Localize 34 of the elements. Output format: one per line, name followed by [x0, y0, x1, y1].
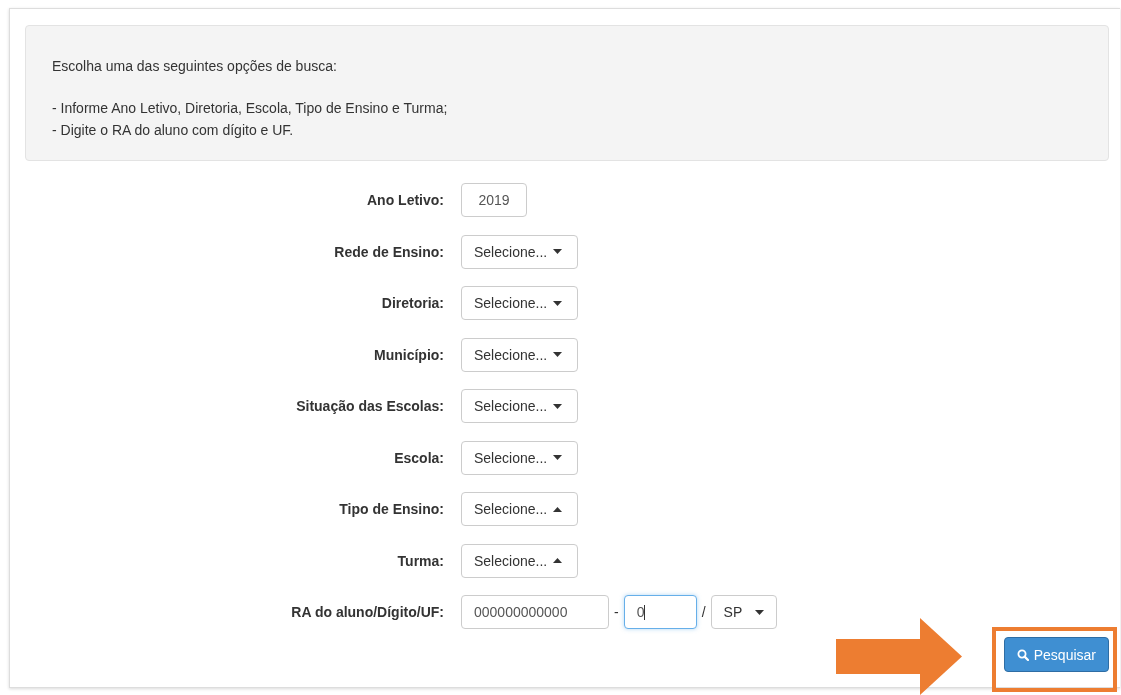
field-label: Rede de Ensino:	[333, 243, 444, 260]
separator-text: -	[614, 604, 619, 620]
info-text: Escolha uma das seguintes opções de busca:	[52, 57, 338, 76]
separator-text: /	[701, 604, 706, 620]
field-label: Escola:	[393, 449, 444, 466]
field-label: Ano Letivo:	[366, 192, 444, 208]
select-dropdown[interactable]: Selecione...	[461, 440, 578, 475]
uf-dropdown[interactable]: SP	[710, 595, 777, 629]
select-dropdown[interactable]: Selecione...	[461, 389, 578, 423]
field-label: RA do aluno/Dígito/UF:	[290, 604, 444, 620]
caret-icon	[553, 506, 563, 512]
select-dropdown[interactable]: Selecione...	[461, 543, 578, 578]
digit-field[interactable]: 0	[623, 595, 697, 629]
field-label: Município:	[373, 346, 444, 363]
ra-field[interactable]: 000000000000	[461, 595, 609, 629]
caret-icon	[553, 352, 563, 357]
caret-icon	[553, 249, 563, 254]
info-text: - Informe Ano Letivo, Diretoria, Escola, Tipo de Ensino e Turma;	[52, 99, 449, 118]
caret-icon	[553, 558, 563, 563]
caret-icon	[553, 455, 563, 460]
field-label: Situação das Escolas:	[295, 398, 444, 414]
search-icon	[1016, 648, 1029, 661]
caret-icon	[553, 300, 563, 306]
select-dropdown[interactable]: Selecione...	[461, 286, 578, 320]
caret-icon	[754, 609, 764, 615]
select-dropdown[interactable]: Selecione...	[461, 234, 578, 269]
field-label: Tipo de Ensino:	[338, 501, 444, 517]
caret-icon	[553, 403, 563, 409]
year-field[interactable]: 2019	[461, 183, 527, 217]
select-dropdown[interactable]: Selecione...	[461, 337, 578, 372]
info-text: - Digite o RA do aluno com dígito e UF.	[52, 121, 295, 140]
select-dropdown[interactable]: Selecione...	[461, 492, 578, 526]
field-label: Diretoria:	[380, 295, 444, 311]
field-label: Turma:	[396, 552, 444, 569]
